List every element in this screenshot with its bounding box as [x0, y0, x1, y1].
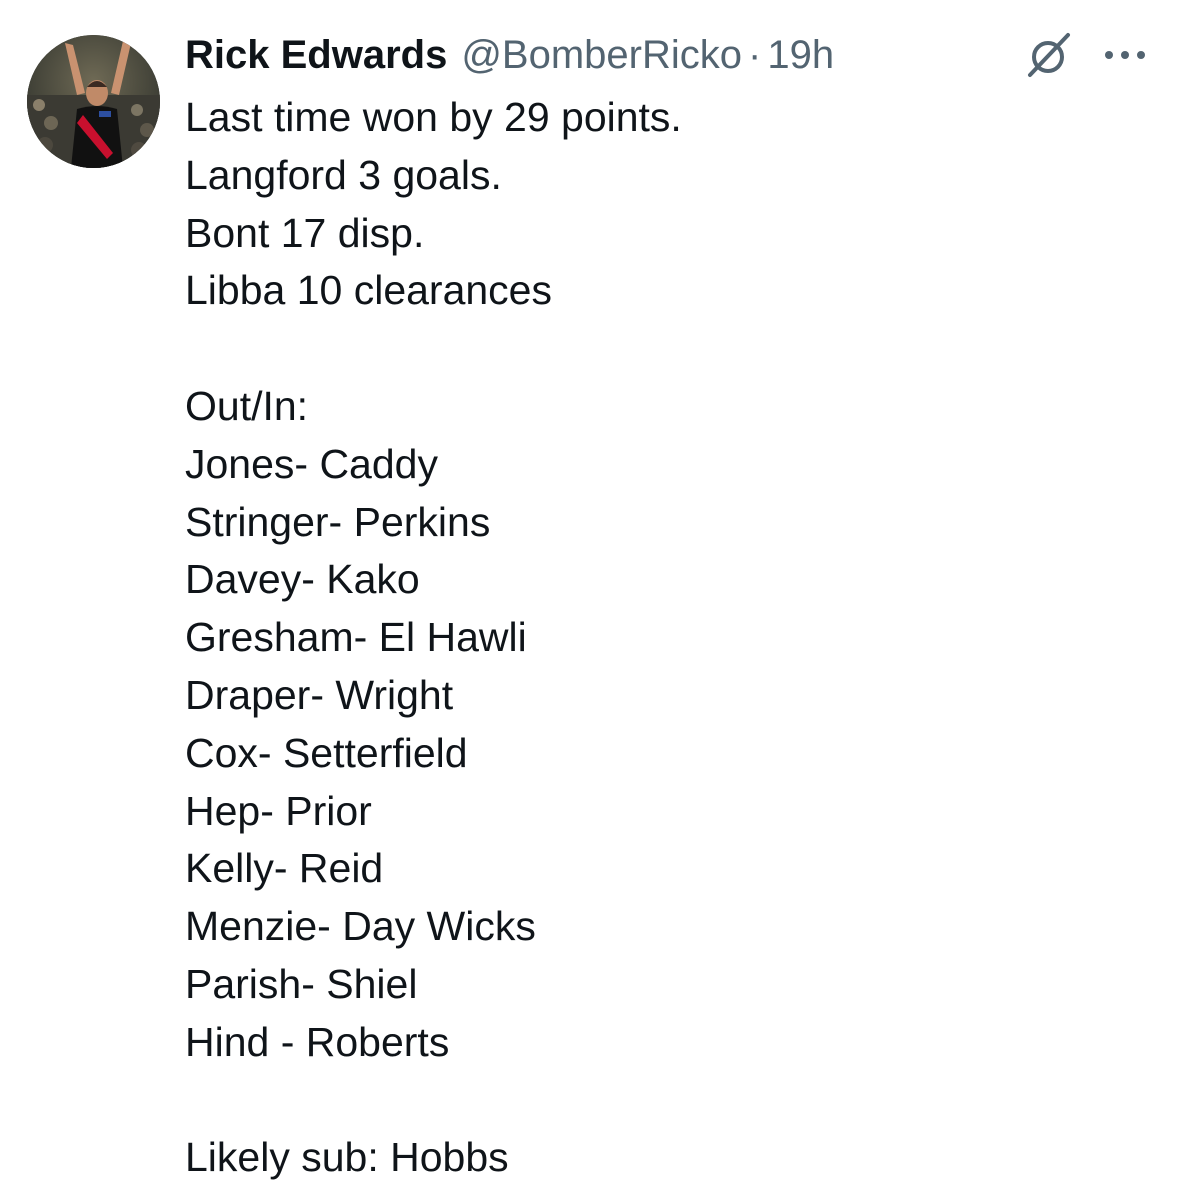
more-icon[interactable] — [1101, 41, 1149, 69]
tweet-line: Likely sub: Hobbs — [185, 1134, 509, 1181]
tweet-line — [185, 320, 1145, 378]
tweet[interactable]: Rick Edwards @BomberRicko · 19h Last tim… — [0, 0, 1179, 1184]
timestamp[interactable]: 19h — [767, 30, 834, 80]
tweet-line: Jones- Caddy — [185, 440, 438, 487]
tweet-line: Bont 17 disp. — [185, 209, 425, 256]
tweet-text: Last time won by 29 points. Langford 3 g… — [185, 89, 1145, 1187]
tweet-line: Last time won by 29 points. — [185, 94, 682, 140]
tweet-line: Hind - Roberts — [185, 1018, 450, 1065]
tweet-line — [185, 1072, 1145, 1130]
tweet-line: Stringer- Perkins — [185, 498, 491, 545]
avatar-photo — [27, 35, 160, 168]
grok-icon[interactable] — [1022, 30, 1074, 80]
separator-dot: · — [748, 33, 762, 77]
tweet-line: Davey- Kako — [185, 556, 420, 603]
tweet-line: Langford 3 goals. — [185, 151, 502, 198]
tweet-line: Gresham- El Hawli — [185, 614, 527, 661]
tweet-line: Out/In: — [185, 382, 309, 429]
tweet-line: Hep- Prior — [185, 787, 372, 834]
display-name[interactable]: Rick Edwards — [185, 30, 447, 80]
tweet-header: Rick Edwards @BomberRicko · 19h — [185, 30, 834, 80]
avatar[interactable] — [27, 35, 160, 168]
tweet-line: Cox- Setterfield — [185, 729, 468, 776]
tweet-line: Kelly- Reid — [185, 845, 384, 892]
tweet-line: Menzie- Day Wicks — [185, 903, 536, 950]
tweet-line: Parish- Shiel — [185, 960, 418, 1007]
tweet-line: Draper- Wright — [185, 671, 454, 718]
tweet-line: Libba 10 clearances — [185, 267, 552, 314]
user-handle[interactable]: @BomberRicko — [461, 30, 742, 80]
